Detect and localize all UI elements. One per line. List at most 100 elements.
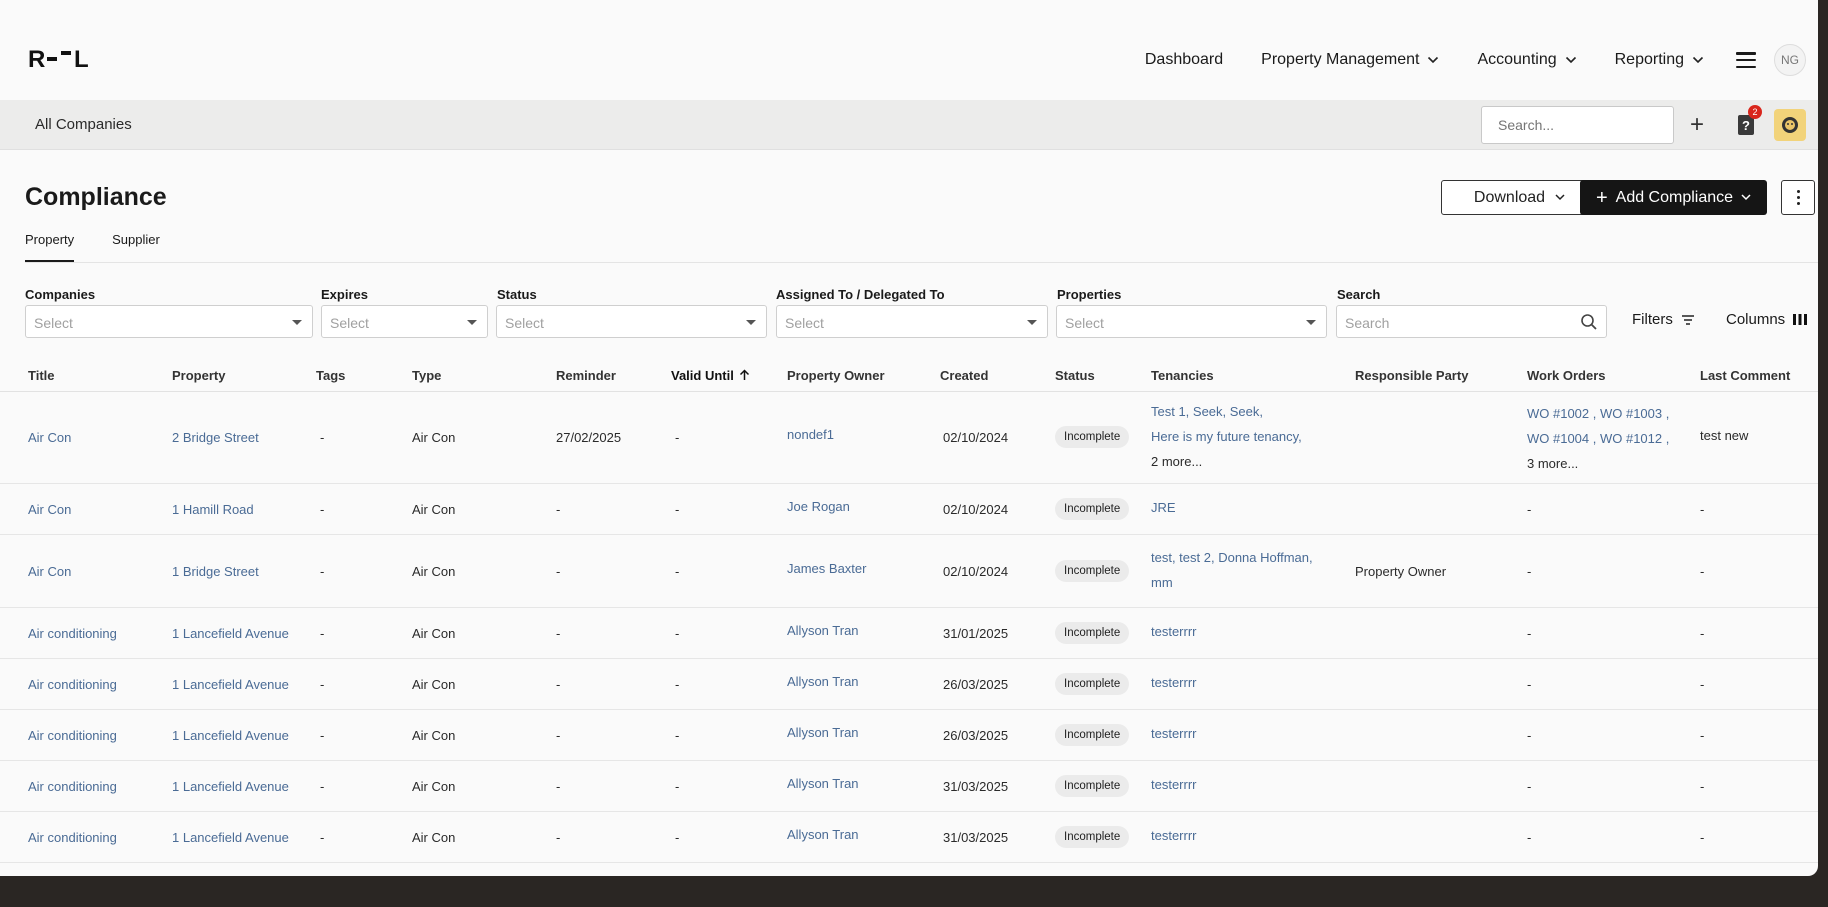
header-tenancies[interactable]: Tenancies: [1151, 368, 1214, 383]
cell-created: 31/03/2025: [943, 829, 1009, 845]
cell-property[interactable]: 1 Lancefield Avenue: [172, 677, 289, 692]
table-search-input[interactable]: Search: [1336, 305, 1607, 338]
cell-owner[interactable]: Allyson Tran: [787, 623, 859, 638]
header-responsible-party[interactable]: Responsible Party: [1355, 368, 1468, 383]
caret-down-icon: [292, 320, 302, 325]
header-valid-until[interactable]: Valid Until: [671, 368, 750, 383]
nav-property-management[interactable]: Property Management: [1261, 51, 1439, 69]
work-order-link[interactable]: WO #1002 , WO #1003 ,: [1527, 401, 1669, 426]
cell-property[interactable]: 1 Lancefield Avenue: [172, 830, 289, 845]
user-profile-avatar[interactable]: [1774, 109, 1806, 141]
tab-supplier[interactable]: Supplier: [112, 232, 160, 262]
cell-property[interactable]: 1 Lancefield Avenue: [172, 626, 289, 641]
header-property-owner[interactable]: Property Owner: [787, 368, 885, 383]
header-status[interactable]: Status: [1055, 368, 1095, 383]
table-row[interactable]: Air conditioning 1 Lancefield Avenue - Air …: [0, 812, 1818, 863]
cell-property[interactable]: 2 Bridge Street: [172, 430, 259, 445]
tenancy-link[interactable]: testerrrr: [1151, 619, 1197, 644]
cell-title[interactable]: Air Con: [28, 564, 71, 579]
tab-property[interactable]: Property: [25, 232, 75, 262]
cell-type: Air Con: [412, 778, 456, 794]
cell-responsible-party: Property Owner: [1355, 563, 1447, 579]
cell-owner[interactable]: Allyson Tran: [787, 827, 859, 842]
tenancy-link[interactable]: JRE: [1151, 495, 1176, 520]
cell-title[interactable]: Air conditioning: [28, 728, 117, 743]
tenancy-link[interactable]: testerrrr: [1151, 772, 1197, 797]
table-row[interactable]: Air conditioning 1 Lancefield Avenue - Air …: [0, 761, 1818, 812]
cell-title[interactable]: Air Con: [28, 502, 71, 517]
cell-owner[interactable]: nondef1: [787, 427, 834, 442]
tenancy-link[interactable]: Here is my future tenancy,: [1151, 424, 1302, 449]
cell-title[interactable]: Air conditioning: [28, 677, 117, 692]
cell-type: Air Con: [412, 829, 456, 845]
header-property[interactable]: Property: [172, 368, 225, 383]
header-title[interactable]: Title: [28, 368, 55, 383]
companies-select[interactable]: Select: [25, 305, 313, 338]
cell-property[interactable]: 1 Hamill Road: [172, 502, 254, 517]
more-options-button[interactable]: [1781, 180, 1815, 215]
cell-property[interactable]: 1 Lancefield Avenue: [172, 728, 289, 743]
table-row[interactable]: Air conditioning 1 Lancefield Avenue - Air …: [0, 608, 1818, 659]
cell-title[interactable]: Air conditioning: [28, 626, 117, 641]
tenancy-link[interactable]: testerrrr: [1151, 721, 1197, 746]
filters-button[interactable]: Filters: [1632, 311, 1695, 328]
table-row[interactable]: Air conditioning 1 Lancefield Avenue - Air …: [0, 710, 1818, 761]
cell-owner[interactable]: Allyson Tran: [787, 674, 859, 689]
tenancy-link[interactable]: mm: [1151, 570, 1313, 595]
assigned-filter-label: Assigned To / Delegated To: [776, 287, 945, 302]
cell-property[interactable]: 1 Lancefield Avenue: [172, 779, 289, 794]
app-logo[interactable]: R L: [28, 46, 104, 70]
tenancy-link[interactable]: Test 1, Seek, Seek,: [1151, 399, 1302, 424]
table-row[interactable]: Air conditioning 1 Lancefield Avenue - Air …: [0, 659, 1818, 710]
cell-property[interactable]: 1 Bridge Street: [172, 564, 259, 579]
cell-title[interactable]: Air Con: [28, 430, 71, 445]
assigned-select[interactable]: Select: [776, 305, 1048, 338]
work-order-link[interactable]: WO #1004 , WO #1012 ,: [1527, 426, 1669, 451]
cell-valid-until: -: [675, 727, 680, 743]
columns-button[interactable]: Columns: [1726, 311, 1808, 328]
cell-owner[interactable]: Allyson Tran: [787, 725, 859, 740]
top-nav: R L Dashboard Property Management Accoun…: [0, 30, 1818, 90]
company-selector[interactable]: All Companies: [35, 116, 132, 133]
download-button[interactable]: Download: [1441, 180, 1598, 215]
company-bar: All Companies + ? 2: [0, 100, 1818, 150]
tenancy-link[interactable]: testerrrr: [1151, 823, 1197, 848]
nav-dashboard[interactable]: Dashboard: [1145, 51, 1223, 69]
header-type[interactable]: Type: [412, 368, 441, 383]
table-row[interactable]: Air Con 1 Hamill Road - Air Con - - Joe Rogan 0…: [0, 484, 1818, 535]
tenancies-more-link[interactable]: 2 more...: [1151, 449, 1302, 474]
cell-owner[interactable]: Joe Rogan: [787, 499, 850, 514]
cell-owner[interactable]: Allyson Tran: [787, 776, 859, 791]
status-select[interactable]: Select: [496, 305, 767, 338]
hamburger-menu-icon[interactable]: [1736, 52, 1756, 68]
cell-reminder: -: [556, 676, 561, 692]
nav-accounting[interactable]: Accounting: [1477, 51, 1576, 69]
work-order-link: -: [1527, 779, 1532, 794]
status-cell: Incomplete: [1055, 621, 1130, 644]
cell-reminder: -: [556, 501, 561, 517]
global-search-input[interactable]: [1481, 106, 1674, 144]
expires-select[interactable]: Select: [321, 305, 488, 338]
header-work-orders[interactable]: Work Orders: [1527, 368, 1606, 383]
cell-title[interactable]: Air conditioning: [28, 779, 117, 794]
cell-owner[interactable]: James Baxter: [787, 561, 866, 576]
tenancy-link[interactable]: testerrrr: [1151, 670, 1197, 695]
cell-tenancies: JRE: [1151, 495, 1176, 520]
cell-title[interactable]: Air conditioning: [28, 830, 117, 845]
user-avatar-initials[interactable]: NG: [1774, 44, 1806, 76]
plus-icon[interactable]: +: [1690, 113, 1704, 137]
header-tags[interactable]: Tags: [316, 368, 345, 383]
tenancy-link[interactable]: test, test 2, Donna Hoffman,: [1151, 545, 1313, 570]
add-compliance-button[interactable]: + Add Compliance: [1580, 180, 1767, 215]
cell-reminder: -: [556, 625, 561, 641]
search-icon[interactable]: [1580, 313, 1598, 331]
chevron-down-icon: [1555, 194, 1565, 201]
work-orders-more-link[interactable]: 3 more...: [1527, 451, 1669, 476]
nav-reporting[interactable]: Reporting: [1615, 51, 1704, 69]
table-row[interactable]: Air Con 2 Bridge Street - Air Con 27/02/2025…: [0, 392, 1818, 484]
header-created[interactable]: Created: [940, 368, 988, 383]
table-row[interactable]: Air Con 1 Bridge Street - Air Con - - James Ba…: [0, 535, 1818, 608]
properties-select[interactable]: Select: [1056, 305, 1327, 338]
header-reminder[interactable]: Reminder: [556, 368, 616, 383]
header-last-comment[interactable]: Last Comment: [1700, 368, 1790, 383]
